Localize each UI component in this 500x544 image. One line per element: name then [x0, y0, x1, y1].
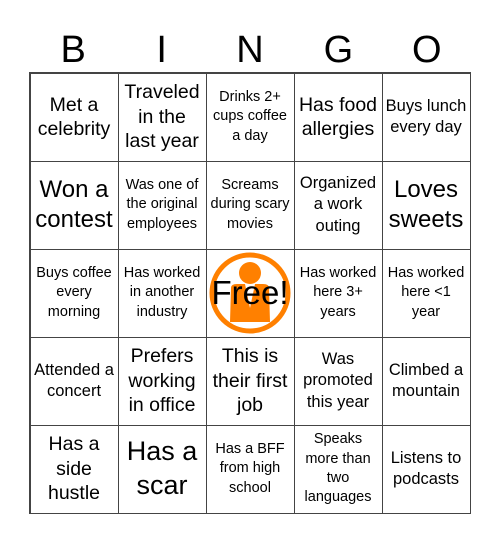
- bingo-cell-text: Speaks more than two languages: [304, 431, 372, 506]
- bingo-cell-text: Won a contest: [35, 176, 113, 233]
- bingo-cell-b-1[interactable]: Met a celebrity: [29, 72, 119, 162]
- bingo-cell-text: Has worked here <1 year: [387, 265, 465, 320]
- bingo-cell-i-4[interactable]: Prefers working in office: [117, 336, 207, 426]
- bingo-header: B I N G O: [29, 28, 471, 72]
- bingo-cell-text: Organized a work outing: [299, 173, 377, 235]
- bingo-cell-text: Has worked here 3+ years: [299, 265, 377, 320]
- bingo-cell-text: This is their first job: [212, 345, 288, 417]
- bingo-cell-text: Was one of the original employees: [125, 177, 199, 232]
- bingo-cell-g-2[interactable]: Organized a work outing: [293, 160, 383, 250]
- bingo-cell-b-4[interactable]: Attended a concert: [29, 336, 119, 426]
- bingo-cell-text: Was promoted this year: [303, 349, 373, 411]
- bingo-cell-text: Attended a concert: [34, 360, 114, 400]
- bingo-cell-b-3[interactable]: Buys coffee every morning: [29, 248, 119, 338]
- bingo-cell-text: Drinks 2+ cups coffee a day: [213, 89, 287, 144]
- bingo-cell-o-5[interactable]: Listens to podcasts: [381, 424, 471, 514]
- bingo-cell-o-1[interactable]: Buys lunch every day: [381, 72, 471, 162]
- bingo-grid: Met a celebrity Traveled in the last year…: [29, 72, 471, 514]
- header-letter-n: N: [236, 29, 264, 71]
- bingo-cell-text: Met a celebrity: [37, 93, 111, 140]
- header-letter-o: O: [412, 29, 442, 71]
- bingo-cell-i-1[interactable]: Traveled in the last year: [117, 72, 207, 162]
- bingo-cell-text: Climbed a mountain: [388, 360, 464, 400]
- bingo-cell-i-3[interactable]: Has worked in another industry: [117, 248, 207, 338]
- bingo-cell-g-4[interactable]: Was promoted this year: [293, 336, 383, 426]
- bingo-cell-o-2[interactable]: Loves sweets: [381, 160, 471, 250]
- bingo-cell-text: Has a BFF from high school: [215, 441, 285, 496]
- bingo-cell-g-1[interactable]: Has food allergies: [293, 72, 383, 162]
- bingo-cell-o-4[interactable]: Climbed a mountain: [381, 336, 471, 426]
- bingo-cell-n-5[interactable]: Has a BFF from high school: [205, 424, 295, 514]
- bingo-cell-b-5[interactable]: Has a side hustle: [29, 424, 119, 514]
- bingo-cell-text: Traveled in the last year: [124, 81, 200, 153]
- bingo-cell-n-4[interactable]: This is their first job: [205, 336, 295, 426]
- bingo-cell-text: Has a side hustle: [47, 433, 101, 505]
- bingo-cell-text: Listens to podcasts: [390, 448, 462, 488]
- header-letter-b: B: [60, 29, 86, 71]
- free-label: Free!: [211, 274, 289, 312]
- bingo-cell-g-3[interactable]: Has worked here 3+ years: [293, 248, 383, 338]
- bingo-cell-i-2[interactable]: Was one of the original employees: [117, 160, 207, 250]
- bingo-cell-n-2[interactable]: Screams during scary movies: [205, 160, 295, 250]
- bingo-cell-text: Has worked in another industry: [123, 265, 201, 320]
- bingo-cell-text: Loves sweets: [388, 176, 464, 233]
- bingo-cell-text: Screams during scary movies: [210, 177, 290, 232]
- free-space-cell[interactable]: Free!: [205, 248, 295, 338]
- bingo-cell-b-2[interactable]: Won a contest: [29, 160, 119, 250]
- header-letter-i: I: [156, 29, 167, 71]
- bingo-cell-text: Buys lunch every day: [385, 96, 467, 136]
- bingo-cell-o-3[interactable]: Has worked here <1 year: [381, 248, 471, 338]
- bingo-cell-i-5[interactable]: Has a scar: [117, 424, 207, 514]
- bingo-cell-n-1[interactable]: Drinks 2+ cups coffee a day: [205, 72, 295, 162]
- bingo-cell-text: Has a scar: [126, 436, 198, 500]
- bingo-cell-text: Has food allergies: [298, 93, 378, 140]
- bingo-cell-text: Prefers working in office: [128, 345, 196, 417]
- header-letter-g: G: [323, 29, 354, 71]
- bingo-cell-g-5[interactable]: Speaks more than two languages: [293, 424, 383, 514]
- bingo-cell-text: Buys coffee every morning: [36, 265, 112, 320]
